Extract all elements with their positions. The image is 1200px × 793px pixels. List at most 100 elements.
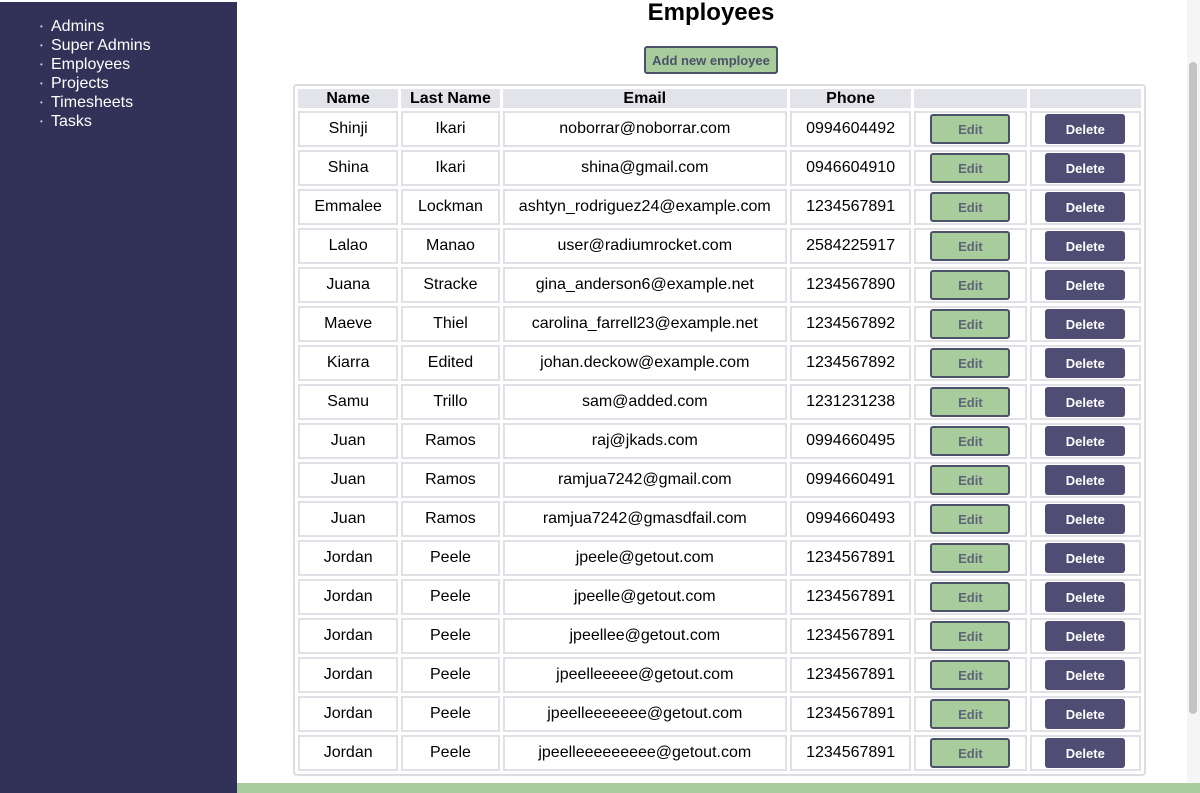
table-row: Shinji Ikari noborrar@noborrar.com 09946044…: [298, 111, 1141, 147]
edit-button[interactable]: Edit: [930, 153, 1011, 183]
edit-button[interactable]: Edit: [930, 660, 1011, 690]
cell-edit: Edit: [914, 345, 1027, 381]
delete-button[interactable]: Delete: [1045, 621, 1126, 651]
table-header-row: Name Last Name Email Phone: [298, 89, 1141, 108]
edit-button[interactable]: Edit: [930, 582, 1011, 612]
sidebar-item-label: Employees: [51, 55, 131, 73]
cell-delete: Delete: [1029, 345, 1141, 381]
delete-button[interactable]: Delete: [1045, 114, 1126, 144]
delete-button[interactable]: Delete: [1045, 738, 1126, 768]
edit-button[interactable]: Edit: [930, 543, 1011, 573]
delete-button[interactable]: Delete: [1045, 465, 1126, 495]
edit-button[interactable]: Edit: [930, 114, 1011, 144]
cell-last-name: Peele: [401, 696, 500, 732]
edit-button[interactable]: Edit: [930, 192, 1011, 222]
edit-button[interactable]: Edit: [930, 426, 1011, 456]
cell-email: ashtyn_rodriguez24@example.com: [502, 189, 787, 225]
cell-phone: 1234567891: [789, 579, 912, 615]
cell-email: user@radiumrocket.com: [502, 228, 787, 264]
cell-email: jpeelleeeeeee@getout.com: [502, 696, 787, 732]
cell-phone: 1234567891: [789, 735, 912, 771]
edit-button[interactable]: Edit: [930, 504, 1011, 534]
table-row: Jordan Peele jpeelleeeeeee@getout.com 12345…: [298, 696, 1141, 732]
cell-name: Shina: [298, 150, 399, 186]
edit-button[interactable]: Edit: [930, 348, 1011, 378]
edit-button[interactable]: Edit: [930, 699, 1011, 729]
cell-last-name: Peele: [401, 579, 500, 615]
cell-delete: Delete: [1029, 462, 1141, 498]
delete-button[interactable]: Delete: [1045, 309, 1126, 339]
sidebar-item-admins[interactable]: • Admins: [40, 17, 151, 36]
delete-button[interactable]: Delete: [1045, 231, 1126, 261]
cell-edit: Edit: [914, 228, 1027, 264]
table-row: Juan Ramos raj@jkads.com 0994660495 Edit Dele…: [298, 423, 1141, 459]
footer-bar: [237, 783, 1200, 793]
sidebar-item-timesheets[interactable]: • Timesheets: [40, 93, 151, 112]
delete-button[interactable]: Delete: [1045, 192, 1126, 222]
cell-last-name: Peele: [401, 618, 500, 654]
cell-email: jpeele@getout.com: [502, 540, 787, 576]
scrollbar-thumb[interactable]: [1189, 62, 1197, 714]
cell-name: Kiarra: [298, 345, 399, 381]
delete-button[interactable]: Delete: [1045, 699, 1126, 729]
cell-edit: Edit: [914, 657, 1027, 693]
delete-button[interactable]: Delete: [1045, 660, 1126, 690]
add-employee-button[interactable]: Add new employee: [644, 46, 778, 74]
cell-email: johan.deckow@example.com: [502, 345, 787, 381]
edit-button[interactable]: Edit: [930, 738, 1011, 768]
cell-edit: Edit: [914, 696, 1027, 732]
cell-delete: Delete: [1029, 111, 1141, 147]
bullet-icon: •: [40, 98, 43, 107]
edit-button[interactable]: Edit: [930, 231, 1011, 261]
cell-last-name: Manao: [401, 228, 500, 264]
cell-last-name: Peele: [401, 540, 500, 576]
cell-delete: Delete: [1029, 735, 1141, 771]
delete-button[interactable]: Delete: [1045, 270, 1126, 300]
cell-edit: Edit: [914, 111, 1027, 147]
cell-email: shina@gmail.com: [502, 150, 787, 186]
table-row: Juan Ramos ramjua7242@gmail.com 0994660491 E…: [298, 462, 1141, 498]
table-row: Jordan Peele jpeele@getout.com 1234567891 Ed…: [298, 540, 1141, 576]
table-row: Jordan Peele jpeelleeeeeeeee@getout.com 123…: [298, 735, 1141, 771]
sidebar-item-tasks[interactable]: • Tasks: [40, 112, 151, 131]
sidebar-item-super-admins[interactable]: • Super Admins: [40, 36, 151, 55]
cell-phone: 1231231238: [789, 384, 912, 420]
delete-button[interactable]: Delete: [1045, 348, 1126, 378]
edit-button[interactable]: Edit: [930, 465, 1011, 495]
cell-phone: 0994604492: [789, 111, 912, 147]
edit-button[interactable]: Edit: [930, 270, 1011, 300]
cell-name: Samu: [298, 384, 399, 420]
cell-phone: 1234567890: [789, 267, 912, 303]
cell-edit: Edit: [914, 150, 1027, 186]
cell-name: Jordan: [298, 579, 399, 615]
vertical-scrollbar[interactable]: [1187, 0, 1200, 783]
cell-last-name: Edited: [401, 345, 500, 381]
sidebar-item-projects[interactable]: • Projects: [40, 74, 151, 93]
cell-last-name: Lockman: [401, 189, 500, 225]
edit-button[interactable]: Edit: [930, 621, 1011, 651]
delete-button[interactable]: Delete: [1045, 387, 1126, 417]
edit-button[interactable]: Edit: [930, 309, 1011, 339]
bullet-icon: •: [40, 79, 43, 88]
delete-button[interactable]: Delete: [1045, 426, 1126, 456]
cell-edit: Edit: [914, 540, 1027, 576]
cell-last-name: Ramos: [401, 423, 500, 459]
cell-name: Juana: [298, 267, 399, 303]
cell-phone: 1234567891: [789, 189, 912, 225]
cell-phone: 0946604910: [789, 150, 912, 186]
sidebar-item-employees[interactable]: • Employees: [40, 55, 151, 74]
sidebar-item-label: Projects: [51, 74, 109, 92]
cell-delete: Delete: [1029, 696, 1141, 732]
delete-button[interactable]: Delete: [1045, 543, 1126, 573]
bullet-icon: •: [40, 41, 43, 50]
cell-delete: Delete: [1029, 306, 1141, 342]
delete-button[interactable]: Delete: [1045, 153, 1126, 183]
sidebar: • Admins • Super Admins • Employees • Projec…: [0, 0, 237, 793]
delete-button[interactable]: Delete: [1045, 582, 1126, 612]
edit-button[interactable]: Edit: [930, 387, 1011, 417]
table-row: Jordan Peele jpeelle@getout.com 1234567891 E…: [298, 579, 1141, 615]
bullet-icon: •: [40, 117, 43, 126]
cell-delete: Delete: [1029, 657, 1141, 693]
bullet-icon: •: [40, 22, 43, 31]
delete-button[interactable]: Delete: [1045, 504, 1126, 534]
